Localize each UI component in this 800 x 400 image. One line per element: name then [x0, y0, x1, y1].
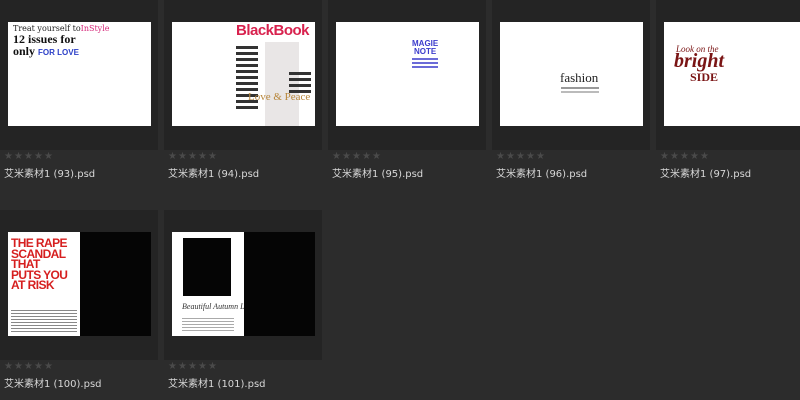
star-icon[interactable]: ★ [198, 152, 207, 162]
thumbnail-frame[interactable]: fashion [492, 0, 650, 150]
rating-stars[interactable]: ★ ★ ★ ★ ★ [496, 152, 545, 162]
thumb-text-block: MAGIE NOTE [412, 40, 439, 70]
file-tile[interactable]: THE RAPE SCANDAL THAT PUTS YOU AT RISK ★… [0, 210, 158, 390]
star-icon[interactable]: ★ [4, 152, 13, 162]
star-icon[interactable]: ★ [208, 362, 217, 372]
file-tile[interactable]: Beautiful Autumn Leaves ★ ★ ★ ★ ★ 艾米素材1 (101… [164, 210, 322, 390]
star-icon[interactable]: ★ [516, 152, 525, 162]
thumbnail-image[interactable]: BlackBook Love & Peace [172, 22, 315, 126]
page-left: THE RAPE SCANDAL THAT PUTS YOU AT RISK [8, 232, 80, 336]
thumbnail-frame[interactable]: Treat yourself toInStyle 12 issues for o… [0, 0, 158, 150]
star-icon[interactable]: ★ [352, 152, 361, 162]
star-icon[interactable]: ★ [700, 152, 709, 162]
star-icon[interactable]: ★ [4, 362, 13, 372]
star-icon[interactable]: ★ [670, 152, 679, 162]
star-icon[interactable]: ★ [24, 152, 33, 162]
star-icon[interactable]: ★ [362, 152, 371, 162]
file-tile[interactable]: BlackBook Love & Peace ★ ★ ★ ★ ★ 艾米素材1 (94).… [164, 0, 322, 180]
thumb-highlight: FOR LOVE [38, 48, 79, 57]
page-left: Beautiful Autumn Leaves [172, 232, 262, 336]
star-icon[interactable]: ★ [372, 152, 381, 162]
thumbnail-image[interactable]: Treat yourself toInStyle 12 issues for o… [8, 22, 151, 126]
star-icon[interactable]: ★ [168, 152, 177, 162]
star-icon[interactable]: ★ [14, 362, 23, 372]
star-icon[interactable]: ★ [44, 152, 53, 162]
thumbnail-image[interactable]: THE RAPE SCANDAL THAT PUTS YOU AT RISK [8, 232, 151, 336]
file-name[interactable]: 艾米素材1 (100).psd [4, 375, 102, 390]
thumbnail-image[interactable]: Beautiful Autumn Leaves [172, 232, 315, 336]
star-icon[interactable]: ★ [680, 152, 689, 162]
thumb-tagline: Love & Peace [248, 91, 311, 103]
star-icon[interactable]: ★ [506, 152, 515, 162]
star-icon[interactable]: ★ [660, 152, 669, 162]
thumbnail-frame[interactable]: THE RAPE SCANDAL THAT PUTS YOU AT RISK [0, 210, 158, 360]
file-name[interactable]: 艾米素材1 (96).psd [496, 165, 587, 180]
file-name[interactable]: 艾米素材1 (94).psd [168, 165, 259, 180]
star-icon[interactable]: ★ [496, 152, 505, 162]
star-icon[interactable]: ★ [14, 152, 23, 162]
rating-stars[interactable]: ★ ★ ★ ★ ★ [660, 152, 709, 162]
page-photo [183, 238, 231, 296]
thumbnail-frame[interactable]: Look on the bright SIDE [656, 0, 800, 150]
thumb-text: NOTE [414, 47, 437, 56]
rating-stars[interactable]: ★ ★ ★ ★ ★ [4, 152, 53, 162]
page-right [80, 232, 151, 336]
thumb-text: AT RISK [11, 278, 55, 292]
thumb-headline: THE RAPE SCANDAL THAT PUTS YOU AT RISK [11, 237, 68, 292]
rating-stars[interactable]: ★ ★ ★ ★ ★ [4, 362, 53, 372]
thumbnail-image[interactable]: Look on the bright SIDE [664, 22, 800, 126]
file-name[interactable]: 艾米素材1 (93).psd [4, 165, 95, 180]
thumb-text-line: only [13, 44, 36, 58]
star-icon[interactable]: ★ [526, 152, 535, 162]
thumbnail-frame[interactable]: MAGIE NOTE [328, 0, 486, 150]
page-right [244, 232, 315, 336]
body-text-lines [182, 318, 234, 333]
star-icon[interactable]: ★ [34, 152, 43, 162]
file-tile[interactable]: fashion ★ ★ ★ ★ ★ 艾米素材1 (96).psd [492, 0, 650, 180]
thumb-text: SIDE [690, 70, 719, 84]
file-browser-grid: Treat yourself toInStyle 12 issues for o… [0, 0, 800, 400]
rating-stars[interactable]: ★ ★ ★ ★ ★ [168, 362, 217, 372]
star-icon[interactable]: ★ [690, 152, 699, 162]
thumb-masthead: BlackBook [236, 22, 310, 39]
rating-stars[interactable]: ★ ★ ★ ★ ★ [168, 152, 217, 162]
star-icon[interactable]: ★ [198, 362, 207, 372]
thumb-text: fashion [560, 70, 599, 85]
star-icon[interactable]: ★ [24, 362, 33, 372]
file-tile[interactable]: MAGIE NOTE ★ ★ ★ ★ ★ 艾米素材1 (95).psd [328, 0, 486, 180]
thumbnail-image[interactable]: MAGIE NOTE [336, 22, 479, 126]
star-icon[interactable]: ★ [332, 152, 341, 162]
thumb-brand: InStyle [80, 24, 110, 33]
thumbnail-image[interactable]: fashion [500, 22, 643, 126]
file-tile[interactable]: Look on the bright SIDE ★ ★ ★ ★ ★ 艾米素材1 (97)… [656, 0, 800, 180]
file-name[interactable]: 艾米素材1 (101).psd [168, 375, 266, 390]
thumb-text: only FOR LOVE [13, 44, 79, 59]
star-icon[interactable]: ★ [342, 152, 351, 162]
file-name[interactable]: 艾米素材1 (95).psd [332, 165, 423, 180]
star-icon[interactable]: ★ [44, 362, 53, 372]
star-icon[interactable]: ★ [188, 362, 197, 372]
star-icon[interactable]: ★ [34, 362, 43, 372]
star-icon[interactable]: ★ [188, 152, 197, 162]
rating-stars[interactable]: ★ ★ ★ ★ ★ [332, 152, 381, 162]
thumbnail-frame[interactable]: Beautiful Autumn Leaves [164, 210, 322, 360]
star-icon[interactable]: ★ [178, 152, 187, 162]
body-text-lines [11, 310, 77, 334]
star-icon[interactable]: ★ [168, 362, 177, 372]
file-name[interactable]: 艾米素材1 (97).psd [660, 165, 751, 180]
star-icon[interactable]: ★ [208, 152, 217, 162]
file-tile[interactable]: Treat yourself toInStyle 12 issues for o… [0, 0, 158, 180]
star-icon[interactable]: ★ [178, 362, 187, 372]
star-icon[interactable]: ★ [536, 152, 545, 162]
thumbnail-frame[interactable]: BlackBook Love & Peace [164, 0, 322, 150]
